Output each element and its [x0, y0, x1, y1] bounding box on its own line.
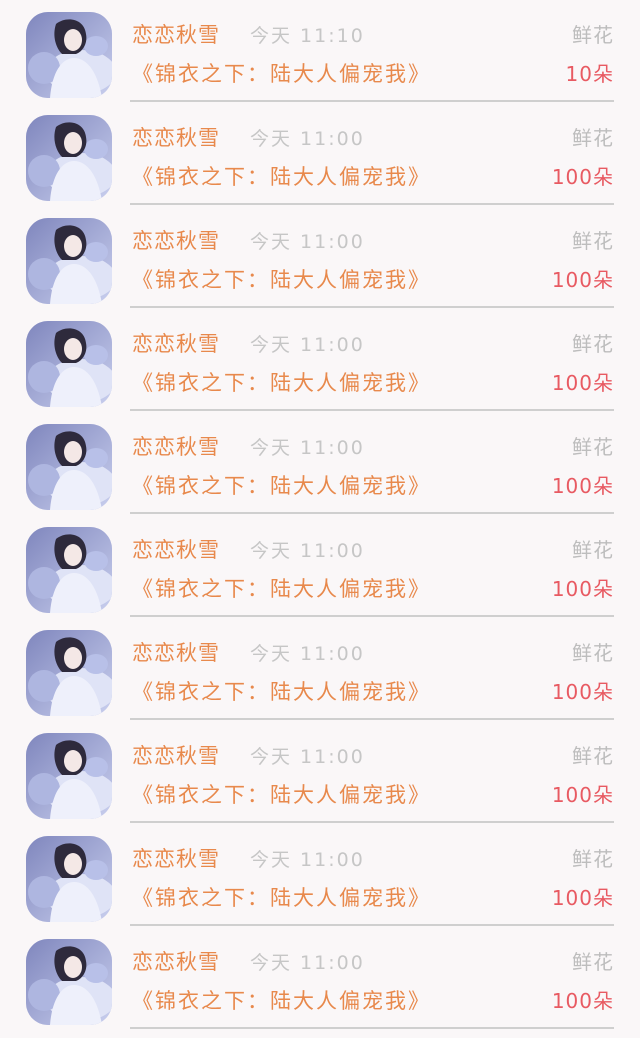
gift-type-label: 鲜花: [572, 229, 614, 253]
gift-type-label: 鲜花: [572, 847, 614, 871]
avatar[interactable]: [26, 939, 112, 1025]
gift-type-label: 鲜花: [572, 744, 614, 768]
timestamp: 今天 11:00: [250, 128, 365, 150]
gift-type-label: 鲜花: [572, 950, 614, 974]
timestamp: 今天 11:00: [250, 746, 365, 768]
book-title[interactable]: 《锦衣之下：陆大人偏宠我》: [132, 369, 431, 397]
book-title[interactable]: 《锦衣之下：陆大人偏宠我》: [132, 884, 431, 912]
divider: [130, 409, 614, 411]
book-title[interactable]: 《锦衣之下：陆大人偏宠我》: [132, 781, 431, 809]
divider: [130, 203, 614, 205]
book-title[interactable]: 《锦衣之下：陆大人偏宠我》: [132, 60, 431, 88]
divider: [130, 512, 614, 514]
sender-name: 恋恋秋雪: [132, 229, 220, 253]
timestamp: 今天 11:00: [250, 334, 365, 356]
avatar-image: [26, 527, 112, 613]
list-item[interactable]: 恋恋秋雪 今天 11:00 鲜花 《锦衣之下：陆大人偏宠我》 100朵: [0, 729, 640, 832]
gift-type-label: 鲜花: [572, 641, 614, 665]
book-title[interactable]: 《锦衣之下：陆大人偏宠我》: [132, 575, 431, 603]
book-title[interactable]: 《锦衣之下：陆大人偏宠我》: [132, 987, 431, 1015]
gift-count: 100朵: [551, 165, 614, 189]
avatar[interactable]: [26, 733, 112, 819]
divider: [130, 306, 614, 308]
gift-count: 10朵: [565, 62, 614, 86]
gift-type-label: 鲜花: [572, 332, 614, 356]
timestamp: 今天 11:00: [250, 643, 365, 665]
gift-type-label: 鲜花: [572, 435, 614, 459]
divider: [130, 718, 614, 720]
gift-record-list: 恋恋秋雪 今天 11:10 鲜花 《锦衣之下：陆大人偏宠我》 10朵 恋恋秋雪 …: [0, 8, 640, 1035]
avatar-image: [26, 836, 112, 922]
avatar-image: [26, 424, 112, 510]
gift-count: 100朵: [551, 783, 614, 807]
gift-count: 100朵: [551, 577, 614, 601]
avatar[interactable]: [26, 321, 112, 407]
divider: [130, 924, 614, 926]
timestamp: 今天 11:00: [250, 952, 365, 974]
sender-name: 恋恋秋雪: [132, 126, 220, 150]
timestamp: 今天 11:00: [250, 437, 365, 459]
gift-type-label: 鲜花: [572, 126, 614, 150]
gift-count: 100朵: [551, 268, 614, 292]
avatar[interactable]: [26, 527, 112, 613]
avatar[interactable]: [26, 630, 112, 716]
timestamp: 今天 11:00: [250, 849, 365, 871]
gift-type-label: 鲜花: [572, 538, 614, 562]
list-item[interactable]: 恋恋秋雪 今天 11:00 鲜花 《锦衣之下：陆大人偏宠我》 100朵: [0, 935, 640, 1038]
list-item[interactable]: 恋恋秋雪 今天 11:00 鲜花 《锦衣之下：陆大人偏宠我》 100朵: [0, 214, 640, 317]
gift-count: 100朵: [551, 989, 614, 1013]
avatar-image: [26, 630, 112, 716]
sender-name: 恋恋秋雪: [132, 950, 220, 974]
sender-name: 恋恋秋雪: [132, 332, 220, 356]
avatar[interactable]: [26, 218, 112, 304]
sender-name: 恋恋秋雪: [132, 435, 220, 459]
sender-name: 恋恋秋雪: [132, 538, 220, 562]
divider: [130, 100, 614, 102]
timestamp: 今天 11:10: [250, 25, 365, 47]
avatar-image: [26, 321, 112, 407]
list-item[interactable]: 恋恋秋雪 今天 11:10 鲜花 《锦衣之下：陆大人偏宠我》 10朵: [0, 8, 640, 111]
avatar[interactable]: [26, 836, 112, 922]
avatar-image: [26, 939, 112, 1025]
sender-name: 恋恋秋雪: [132, 744, 220, 768]
avatar-image: [26, 733, 112, 819]
book-title[interactable]: 《锦衣之下：陆大人偏宠我》: [132, 163, 431, 191]
divider: [130, 615, 614, 617]
timestamp: 今天 11:00: [250, 231, 365, 253]
gift-count: 100朵: [551, 474, 614, 498]
gift-count: 100朵: [551, 680, 614, 704]
avatar[interactable]: [26, 115, 112, 201]
book-title[interactable]: 《锦衣之下：陆大人偏宠我》: [132, 266, 431, 294]
list-item[interactable]: 恋恋秋雪 今天 11:00 鲜花 《锦衣之下：陆大人偏宠我》 100朵: [0, 317, 640, 420]
avatar[interactable]: [26, 424, 112, 510]
avatar[interactable]: [26, 12, 112, 98]
book-title[interactable]: 《锦衣之下：陆大人偏宠我》: [132, 472, 431, 500]
list-item[interactable]: 恋恋秋雪 今天 11:00 鲜花 《锦衣之下：陆大人偏宠我》 100朵: [0, 832, 640, 935]
gift-type-label: 鲜花: [572, 23, 614, 47]
book-title[interactable]: 《锦衣之下：陆大人偏宠我》: [132, 678, 431, 706]
divider: [130, 821, 614, 823]
avatar-image: [26, 12, 112, 98]
list-item[interactable]: 恋恋秋雪 今天 11:00 鲜花 《锦衣之下：陆大人偏宠我》 100朵: [0, 523, 640, 626]
list-item[interactable]: 恋恋秋雪 今天 11:00 鲜花 《锦衣之下：陆大人偏宠我》 100朵: [0, 626, 640, 729]
sender-name: 恋恋秋雪: [132, 641, 220, 665]
gift-count: 100朵: [551, 371, 614, 395]
gift-count: 100朵: [551, 886, 614, 910]
sender-name: 恋恋秋雪: [132, 847, 220, 871]
avatar-image: [26, 218, 112, 304]
sender-name: 恋恋秋雪: [132, 23, 220, 47]
timestamp: 今天 11:00: [250, 540, 365, 562]
avatar-image: [26, 115, 112, 201]
list-item[interactable]: 恋恋秋雪 今天 11:00 鲜花 《锦衣之下：陆大人偏宠我》 100朵: [0, 420, 640, 523]
divider: [130, 1027, 614, 1029]
list-item[interactable]: 恋恋秋雪 今天 11:00 鲜花 《锦衣之下：陆大人偏宠我》 100朵: [0, 111, 640, 214]
